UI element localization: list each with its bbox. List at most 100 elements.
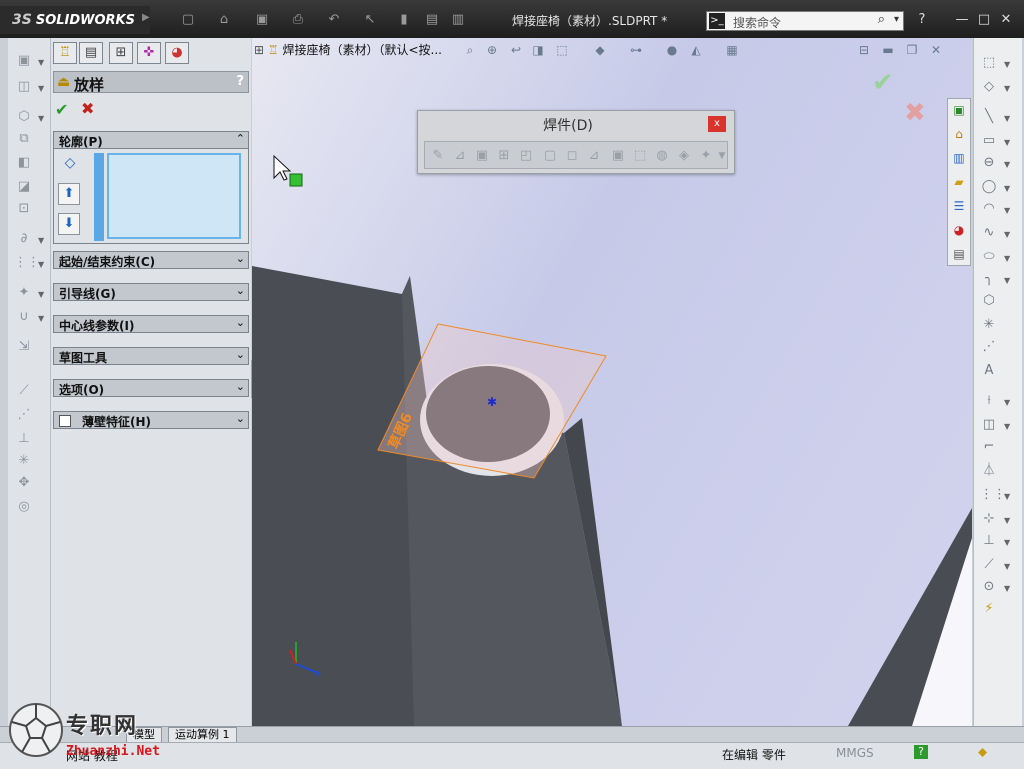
quick-snaps-icon[interactable]: ⊙ bbox=[980, 578, 998, 596]
section-options[interactable]: 选项(O) ⌄ bbox=[53, 379, 249, 397]
print-icon[interactable]: ⎙ bbox=[290, 12, 306, 28]
text-icon[interactable]: A bbox=[980, 362, 998, 380]
end-cap-icon[interactable]: ⊿ bbox=[585, 147, 603, 165]
chevron-down-icon[interactable]: ▼ bbox=[1004, 138, 1010, 147]
ellipse-icon[interactable]: ⬭ bbox=[980, 248, 998, 266]
menu-expand-icon[interactable]: ▶ bbox=[142, 12, 150, 23]
viewport-close-icon[interactable]: ✕ bbox=[928, 42, 944, 58]
hole-wizard-icon[interactable]: ⊡ bbox=[14, 200, 34, 218]
chevron-down-icon[interactable]: ▼ bbox=[1004, 562, 1010, 571]
solidworks-logo[interactable]: 3S SOLIDWORKS bbox=[0, 6, 150, 34]
cancel-button[interactable]: ✖ bbox=[81, 99, 94, 118]
chevron-up-icon[interactable]: ⌃ bbox=[236, 132, 245, 145]
display-relations-icon[interactable]: ⊥ bbox=[980, 532, 998, 550]
move-entities-icon[interactable]: ✥ bbox=[14, 474, 34, 492]
section-thin-feature[interactable]: 薄壁特征(H) ⌄ bbox=[53, 411, 249, 429]
restore-button[interactable]: □ bbox=[976, 12, 992, 28]
rectangle-icon[interactable]: ▭ bbox=[980, 132, 998, 150]
section-start-end-constraints[interactable]: 起始/结束约束(C) ⌄ bbox=[53, 251, 249, 269]
linear-pattern-icon[interactable]: ⋮⋮ bbox=[14, 254, 40, 272]
arc-icon[interactable]: ◠ bbox=[980, 200, 998, 218]
move-down-button[interactable]: ⬇ bbox=[58, 213, 80, 235]
section-sketch-tools[interactable]: 草图工具 ⌄ bbox=[53, 347, 249, 365]
tag-icon[interactable]: ⬥ bbox=[978, 745, 987, 760]
centerline-icon[interactable]: ⋰ bbox=[14, 406, 34, 424]
trim-entities-icon[interactable]: ⟊ bbox=[980, 392, 998, 410]
extruded-cut-icon[interactable]: ▢ bbox=[541, 147, 559, 165]
chevron-down-icon[interactable]: ▼ bbox=[1004, 160, 1010, 169]
gusset-icon[interactable]: ◻ bbox=[563, 147, 581, 165]
apply-scene-icon[interactable]: ◭ bbox=[688, 42, 704, 58]
display-style-icon[interactable]: ◆ bbox=[592, 42, 608, 58]
chevron-down-icon[interactable]: ▼ bbox=[1004, 538, 1010, 547]
file-properties-icon[interactable]: ▤ bbox=[424, 12, 440, 28]
minimize-button[interactable]: — bbox=[954, 12, 970, 28]
new-document-icon[interactable]: ▢ bbox=[180, 12, 196, 28]
chevron-down-icon[interactable]: ⌄ bbox=[236, 412, 245, 425]
extruded-boss-icon[interactable]: ◰ bbox=[517, 147, 535, 165]
status-help-button[interactable]: ? bbox=[914, 745, 928, 759]
move-up-button[interactable]: ⬆ bbox=[58, 183, 80, 205]
chevron-down-icon[interactable]: ▼ bbox=[38, 236, 44, 245]
file-explorer-icon[interactable]: ▰ bbox=[950, 173, 968, 191]
sketch-icon[interactable]: ⬚ bbox=[980, 54, 998, 72]
weldment-icon[interactable]: ⊿ bbox=[451, 147, 469, 165]
chevron-down-icon[interactable]: ▼ bbox=[38, 114, 44, 123]
linear-pattern-icon[interactable]: ⋮⋮ bbox=[980, 486, 1006, 504]
options-icon[interactable]: ▥ bbox=[450, 12, 466, 28]
lofted-boss-icon[interactable]: ⧉ bbox=[14, 130, 34, 148]
hide-show-items-icon[interactable]: ⊶ bbox=[628, 42, 644, 58]
section-guide-curves[interactable]: 引导线(G) ⌄ bbox=[53, 283, 249, 301]
solidworks-resources-icon[interactable]: ▣ bbox=[950, 101, 968, 119]
convert-entities-icon[interactable]: ◫ bbox=[980, 416, 998, 434]
help-icon[interactable]: ? bbox=[236, 74, 244, 89]
line-icon[interactable]: ⟋ bbox=[14, 382, 34, 400]
move-entities-icon[interactable]: ⊹ bbox=[980, 510, 998, 528]
zoom-to-area-icon[interactable]: ⊕ bbox=[484, 42, 500, 58]
weldments-close-button[interactable]: x bbox=[708, 116, 726, 132]
cut-list-icon[interactable]: ◍ bbox=[653, 147, 671, 165]
chevron-down-icon[interactable]: ▼ bbox=[1004, 276, 1010, 285]
chevron-down-icon[interactable]: ▼ bbox=[38, 260, 44, 269]
close-button[interactable]: ✕ bbox=[998, 12, 1014, 28]
point-icon[interactable]: ✳ bbox=[14, 452, 34, 470]
chevron-down-icon[interactable]: ▼ bbox=[1004, 254, 1010, 263]
chevron-down-icon[interactable]: ▼ bbox=[1004, 422, 1010, 431]
3d-sketch-icon[interactable]: ✎ bbox=[429, 147, 447, 165]
chevron-down-icon[interactable]: ▼ bbox=[38, 58, 44, 67]
extruded-cut-icon[interactable]: ◪ bbox=[14, 178, 34, 196]
chevron-down-icon[interactable]: ▼ bbox=[713, 147, 731, 165]
chevron-down-icon[interactable]: ⌄ bbox=[236, 380, 245, 393]
confirm-corner-ok-icon[interactable]: ✔ bbox=[872, 68, 894, 98]
slot-icon[interactable]: ⊖ bbox=[980, 154, 998, 172]
thin-feature-checkbox[interactable] bbox=[59, 415, 71, 427]
section-view-icon[interactable]: ◨ bbox=[530, 42, 546, 58]
home-icon[interactable]: ⌂ bbox=[950, 125, 968, 143]
view-palette-icon[interactable]: ☰ bbox=[950, 197, 968, 215]
search-icon[interactable]: ⌕ bbox=[878, 12, 885, 27]
structural-member-icon[interactable]: ▣ bbox=[473, 147, 491, 165]
weld-bead-icon[interactable]: ⬚ bbox=[631, 147, 649, 165]
chevron-down-icon[interactable]: ▼ bbox=[1004, 84, 1010, 93]
instant3d-icon[interactable]: ⇲ bbox=[14, 338, 34, 356]
trim-extend-icon[interactable]: ⊞ bbox=[495, 147, 513, 165]
command-search[interactable]: >_ 搜索命令 ⌕ ▾ bbox=[706, 11, 904, 31]
fillet-icon[interactable]: ∂ bbox=[14, 230, 34, 248]
reference-plane-icon[interactable]: ◈ bbox=[675, 147, 693, 165]
extruded-boss-icon[interactable]: ▣ bbox=[14, 52, 34, 70]
fillet-bead-icon[interactable]: ▣ bbox=[609, 147, 627, 165]
design-library-icon[interactable]: ▥ bbox=[950, 149, 968, 167]
expand-icon[interactable]: ⊞ bbox=[254, 43, 264, 57]
custom-properties-icon[interactable]: ▤ bbox=[950, 245, 968, 263]
confirm-corner-cancel-icon[interactable]: ✖ bbox=[904, 98, 926, 128]
edit-appearance-icon[interactable]: ● bbox=[664, 42, 680, 58]
viewport-minimize-icon[interactable]: ▬ bbox=[880, 42, 896, 58]
chevron-down-icon[interactable]: ▼ bbox=[1004, 516, 1010, 525]
select-arrow-icon[interactable]: ↖ bbox=[362, 12, 378, 28]
zoom-to-fit-icon[interactable]: ⌕ bbox=[462, 42, 478, 58]
chevron-down-icon[interactable]: ▼ bbox=[1004, 230, 1010, 239]
smart-dimension-icon[interactable]: ◇ bbox=[980, 78, 998, 96]
appearances-icon[interactable]: ◕ bbox=[950, 221, 968, 239]
graphics-area[interactable]: ✱ 草图6 z ⊞ ♖ 焊接座椅（素材）（默认<按... ⌕ ⊕ ↩ ◨ ⬚ ◆… bbox=[252, 38, 972, 726]
property-manager-tab-icon[interactable]: ▤ bbox=[79, 42, 103, 64]
